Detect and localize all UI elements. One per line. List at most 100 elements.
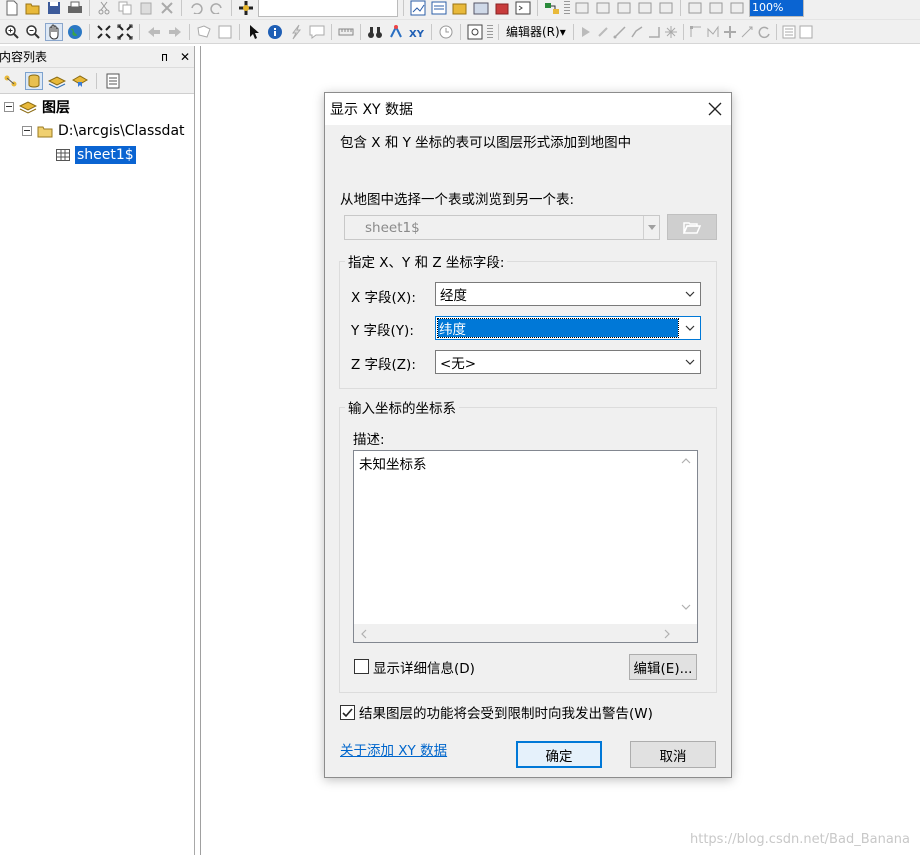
horizontal-scrollbar[interactable] xyxy=(354,624,697,642)
cut-polygons-icon[interactable] xyxy=(723,23,737,41)
new-document-icon[interactable] xyxy=(3,0,21,17)
editor-toolbar-icon[interactable] xyxy=(409,0,427,17)
layout-tool-icon[interactable] xyxy=(686,0,704,17)
table-dropdown[interactable]: sheet1$ xyxy=(344,215,660,240)
edit-vertices-icon[interactable] xyxy=(689,23,703,41)
pin-icon[interactable]: ᴨ xyxy=(161,50,168,64)
layout-full-extent-icon[interactable] xyxy=(636,0,654,17)
go-forward-icon[interactable] xyxy=(166,23,184,41)
python-window-icon[interactable] xyxy=(514,0,532,17)
point-icon[interactable] xyxy=(647,23,661,41)
midpoint-icon[interactable] xyxy=(664,23,678,41)
arctoolbox-icon[interactable] xyxy=(493,0,511,17)
layout-tool-icon[interactable] xyxy=(728,0,746,17)
tree-table-item[interactable]: sheet1$ xyxy=(56,144,136,166)
scroll-down-icon[interactable] xyxy=(681,603,691,611)
identify-icon[interactable] xyxy=(266,23,284,41)
list-by-selection-icon[interactable] xyxy=(71,72,89,90)
layout-page-icon[interactable] xyxy=(657,0,675,17)
scroll-up-icon[interactable] xyxy=(681,457,691,465)
cancel-button[interactable]: 取消 xyxy=(630,741,716,768)
trace-icon[interactable] xyxy=(630,23,644,41)
y-field-dropdown[interactable]: 纬度 xyxy=(435,316,701,340)
go-to-xy-icon[interactable]: XY xyxy=(408,23,426,41)
toc-options-icon[interactable] xyxy=(104,72,122,90)
straight-segment-icon[interactable] xyxy=(613,23,627,41)
find-binoculars-icon[interactable] xyxy=(366,23,384,41)
chevron-down-icon xyxy=(685,325,695,331)
zoom-in-fixed-icon[interactable] xyxy=(573,0,591,17)
time-slider-icon[interactable] xyxy=(437,23,455,41)
list-by-drawing-order-icon[interactable] xyxy=(2,72,20,90)
select-features-icon[interactable] xyxy=(195,23,213,41)
html-popup-icon[interactable] xyxy=(308,23,326,41)
paste-icon[interactable] xyxy=(137,0,155,17)
tree-folder-label: D:\arcgis\Classdat xyxy=(58,123,185,139)
redo-icon[interactable] xyxy=(208,0,226,17)
x-field-dropdown[interactable]: 经度 xyxy=(435,282,701,306)
dialog-close-icon[interactable] xyxy=(705,99,725,119)
add-data-icon[interactable] xyxy=(237,0,255,17)
collapse-icon[interactable] xyxy=(22,126,32,136)
rotate-icon[interactable] xyxy=(757,23,771,41)
sketch-properties-icon[interactable] xyxy=(799,23,813,41)
toolbar-grip[interactable] xyxy=(564,0,570,15)
attributes-icon[interactable] xyxy=(782,23,796,41)
catalog-icon[interactable] xyxy=(451,0,469,17)
edit-button[interactable]: 编辑(E)... xyxy=(629,654,697,680)
editor-menu[interactable]: 编辑器(R)▾ xyxy=(504,23,568,40)
pan-hand-icon[interactable] xyxy=(45,22,63,41)
collapse-icon[interactable] xyxy=(4,102,14,112)
fixed-zoom-out-icon[interactable] xyxy=(116,23,134,41)
split-tool-icon[interactable] xyxy=(740,23,754,41)
create-viewer-icon[interactable] xyxy=(466,23,484,41)
browse-button[interactable] xyxy=(667,214,717,240)
table-of-contents-icon[interactable] xyxy=(430,0,448,17)
edit-annotation-icon[interactable] xyxy=(596,23,610,41)
select-elements-arrow-icon[interactable] xyxy=(245,23,263,41)
panel-splitter[interactable] xyxy=(200,46,201,855)
hyperlink-icon[interactable] xyxy=(287,23,305,41)
scale-combo[interactable] xyxy=(258,0,398,17)
zoom-percent-combo[interactable]: 100% xyxy=(749,0,804,17)
about-xy-data-link[interactable]: 关于添加 XY 数据 xyxy=(340,739,447,759)
x-field-label: X 字段(X): xyxy=(351,290,416,306)
find-route-icon[interactable] xyxy=(387,23,405,41)
undo-icon[interactable] xyxy=(187,0,205,17)
zoom-in-icon[interactable] xyxy=(3,23,21,41)
scroll-left-icon[interactable] xyxy=(360,629,368,639)
tree-root-layers[interactable]: 图层 xyxy=(4,96,70,118)
zoom-out-fixed-icon[interactable] xyxy=(594,0,612,17)
reshape-icon[interactable] xyxy=(706,23,720,41)
search-window-icon[interactable] xyxy=(472,0,490,17)
intro-text: 包含 X 和 Y 坐标的表可以图层形式添加到地图中 xyxy=(340,135,632,151)
delete-icon[interactable] xyxy=(158,0,176,17)
cut-icon[interactable] xyxy=(95,0,113,17)
close-icon[interactable]: ✕ xyxy=(180,50,190,64)
warn-checkbox[interactable] xyxy=(340,705,355,720)
list-by-visibility-icon[interactable] xyxy=(48,72,66,90)
scroll-right-icon[interactable] xyxy=(663,629,671,639)
model-builder-icon[interactable] xyxy=(543,0,561,17)
layout-pan-icon[interactable] xyxy=(615,0,633,17)
full-extent-globe-icon[interactable] xyxy=(66,23,84,41)
copy-icon[interactable] xyxy=(116,0,134,17)
layout-tool-icon[interactable] xyxy=(707,0,725,17)
show-details-checkbox[interactable] xyxy=(354,659,369,674)
measure-icon[interactable] xyxy=(337,23,355,41)
list-by-source-icon[interactable] xyxy=(25,71,43,90)
tree-folder-item[interactable]: D:\arcgis\Classdat xyxy=(22,120,185,142)
clear-selection-icon[interactable] xyxy=(216,23,234,41)
z-field-dropdown[interactable]: <无> xyxy=(435,350,701,374)
toolbar-separator xyxy=(431,23,432,40)
go-back-icon[interactable] xyxy=(145,23,163,41)
toolbar-grip[interactable] xyxy=(487,24,493,39)
zoom-out-icon[interactable] xyxy=(24,23,42,41)
save-icon[interactable] xyxy=(45,0,63,17)
ok-button[interactable]: 确定 xyxy=(516,741,602,768)
edit-tool-icon[interactable] xyxy=(579,23,593,41)
description-textarea[interactable]: 未知坐标系 xyxy=(353,450,698,643)
print-icon[interactable] xyxy=(66,0,84,17)
open-icon[interactable] xyxy=(24,0,42,17)
fixed-zoom-in-icon[interactable] xyxy=(95,23,113,41)
